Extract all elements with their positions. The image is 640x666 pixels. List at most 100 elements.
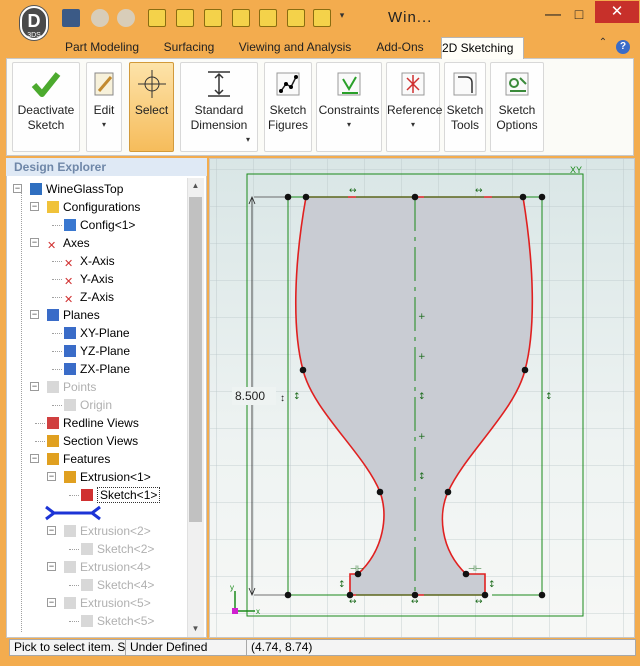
axis-icon: ✕ bbox=[64, 276, 74, 288]
tree-toggle-21[interactable]: − bbox=[47, 562, 56, 571]
help-icon[interactable]: ? bbox=[616, 40, 630, 54]
dimension-constraint-glyph: ↕ bbox=[280, 393, 285, 404]
part-icon bbox=[30, 183, 42, 195]
deactivate-sketch-button[interactable]: Deactivate Sketch bbox=[12, 62, 80, 152]
tree-item-label: Points bbox=[63, 380, 97, 394]
tree-toggle-19[interactable]: − bbox=[47, 526, 56, 535]
undo-icon[interactable] bbox=[91, 9, 109, 27]
reference-button[interactable]: Reference ▾ bbox=[386, 62, 442, 152]
view-front-icon[interactable] bbox=[176, 9, 194, 27]
tree-item[interactable]: ZX-Plane bbox=[64, 360, 130, 378]
sketch-figures-button[interactable]: Sketch Figures bbox=[264, 62, 312, 152]
tree-item[interactable]: ✕ Y-Axis bbox=[64, 270, 114, 288]
tree-item-label: Sketch<2> bbox=[97, 542, 155, 556]
tree-toggle-11[interactable]: − bbox=[30, 382, 39, 391]
tree-item[interactable]: Config<1> bbox=[64, 216, 135, 234]
tree-toggle-1[interactable]: − bbox=[30, 202, 39, 211]
tree-item[interactable]: Section Views bbox=[47, 432, 138, 450]
tree-item[interactable]: Configurations bbox=[47, 198, 140, 216]
tree-item-label: Config<1> bbox=[80, 218, 136, 232]
tab-part-modeling[interactable]: Part Modeling bbox=[58, 36, 146, 58]
tree-item[interactable]: Extrusion<1> bbox=[64, 468, 151, 486]
tree-item-label: WineGlassTop bbox=[46, 182, 124, 196]
tree-item[interactable]: Features bbox=[47, 450, 110, 468]
tree-item-label: Extrusion<5> bbox=[80, 596, 151, 610]
tree-item[interactable]: Redline Views bbox=[47, 414, 139, 432]
view-back-icon[interactable] bbox=[287, 9, 305, 27]
svg-text:↔: ↔ bbox=[349, 597, 357, 607]
view-cube-icon[interactable] bbox=[148, 9, 166, 27]
tree-item-label: Z-Axis bbox=[80, 290, 114, 304]
tree-toggle-23[interactable]: − bbox=[47, 598, 56, 607]
maximize-button[interactable]: □ bbox=[567, 6, 591, 26]
tree-item[interactable]: Points bbox=[47, 378, 96, 396]
scroll-down-icon[interactable]: ▼ bbox=[187, 624, 204, 638]
tree-connector bbox=[52, 297, 62, 298]
tree-item[interactable]: Sketch<2> bbox=[81, 540, 154, 558]
ribbon-minimize-icon[interactable]: ⌃ bbox=[596, 37, 610, 53]
qat-customize-chevron-icon[interactable]: ▾ bbox=[335, 10, 349, 26]
tree-item[interactable]: YZ-Plane bbox=[64, 342, 130, 360]
tree-toggle-15[interactable]: − bbox=[30, 454, 39, 463]
sketch-icon bbox=[81, 489, 93, 501]
tree-item[interactable]: WineGlassTop bbox=[30, 180, 123, 198]
tab-viewing-and-analysis[interactable]: Viewing and Analysis bbox=[232, 36, 358, 58]
standard-dimension-button[interactable]: Standard Dimension ▾ bbox=[180, 62, 258, 152]
tree-item[interactable] bbox=[42, 504, 104, 522]
tree-toggle-3[interactable]: − bbox=[30, 238, 39, 247]
scroll-up-icon[interactable]: ▲ bbox=[187, 181, 204, 195]
dimension-value[interactable]: 8.500 bbox=[235, 389, 265, 403]
section-icon bbox=[47, 435, 59, 447]
tree-item[interactable]: Extrusion<4> bbox=[64, 558, 151, 576]
tree-item[interactable]: Sketch<4> bbox=[81, 576, 154, 594]
tree-scrollbar-thumb[interactable] bbox=[189, 197, 202, 522]
redo-icon[interactable] bbox=[117, 9, 135, 27]
view-iso-icon[interactable] bbox=[259, 9, 277, 27]
sketch-options-label: Sketch Options bbox=[496, 103, 538, 132]
tree-item[interactable]: Extrusion<5> bbox=[64, 594, 151, 612]
standard-dimension-dropdown-icon: ▾ bbox=[245, 135, 250, 144]
tree-item[interactable]: Planes bbox=[47, 306, 100, 324]
feature-tree: − WineGlassTop − Configurations Config<1> − ✕ A… bbox=[8, 178, 186, 638]
tree-item[interactable]: XY-Plane bbox=[64, 324, 130, 342]
svg-text:⊣⊢: ⊣⊢ bbox=[468, 564, 482, 573]
tree-item[interactable]: Sketch<1> bbox=[81, 486, 161, 504]
tree-toggle-16[interactable]: − bbox=[47, 472, 56, 481]
view-right-icon[interactable] bbox=[232, 9, 250, 27]
sketch-viewport[interactable]: XY 8.500 ↕ ↔ ↔ ++↕ +↕ ↕ ↕ ↕ ↕ ↔ ↔ ↔ ⊣⊢ ⊣⊢ bbox=[210, 159, 635, 638]
tree-item[interactable]: ✕ Axes bbox=[47, 234, 90, 252]
minimize-button[interactable]: — bbox=[541, 6, 565, 26]
tree-item[interactable]: ✕ Z-Axis bbox=[64, 288, 114, 306]
tab-surfacing[interactable]: Surfacing bbox=[156, 36, 222, 58]
tree-connector bbox=[69, 585, 79, 586]
view-top-icon[interactable] bbox=[204, 9, 222, 27]
tree-connector bbox=[52, 279, 62, 280]
close-button[interactable]: ✕ bbox=[595, 1, 639, 23]
tree-toggle-7[interactable]: − bbox=[30, 310, 39, 319]
tree-item-label: Origin bbox=[80, 398, 113, 412]
tree-item-label: ZX-Plane bbox=[80, 362, 131, 376]
tree-item[interactable]: Extrusion<2> bbox=[64, 522, 151, 540]
tree-item[interactable]: Origin bbox=[64, 396, 112, 414]
tab-2d-sketching[interactable]: 2D Sketching bbox=[441, 37, 524, 59]
app-logo-icon[interactable]: D 3DS bbox=[20, 6, 48, 40]
constraints-button[interactable]: Constraints ▾ bbox=[316, 62, 382, 152]
svg-text:↕: ↕ bbox=[338, 580, 346, 590]
select-label: Select bbox=[134, 103, 169, 117]
sketch-tools-label: Sketch Tools bbox=[446, 103, 484, 132]
edit-button[interactable]: Edit ▾ bbox=[86, 62, 122, 152]
tree-item[interactable]: Sketch<5> bbox=[81, 612, 154, 630]
save-icon[interactable] bbox=[62, 9, 80, 27]
plane-icon bbox=[64, 345, 76, 357]
sketch-canvas[interactable]: XY 8.500 ↕ ↔ ↔ + + ↕ + ↕ ↕ ↕ ↕ ↕ ↔ ↔ ↔ ⊣⊢ ⊣⊢ bbox=[209, 158, 635, 638]
rollback-bar-icon[interactable] bbox=[42, 504, 104, 522]
tab-add-ons[interactable]: Add-Ons bbox=[368, 36, 432, 58]
features-icon bbox=[47, 453, 59, 465]
extrusion-icon bbox=[64, 561, 76, 573]
sketch-tools-button[interactable]: Sketch Tools bbox=[444, 62, 486, 152]
tree-item[interactable]: ✕ X-Axis bbox=[64, 252, 115, 270]
sketch-figures-label: Sketch Figures bbox=[268, 103, 309, 132]
sketch-options-button[interactable]: Sketch Options bbox=[490, 62, 544, 152]
view-dimetric-icon[interactable] bbox=[313, 9, 331, 27]
select-button[interactable]: Select bbox=[129, 62, 174, 152]
